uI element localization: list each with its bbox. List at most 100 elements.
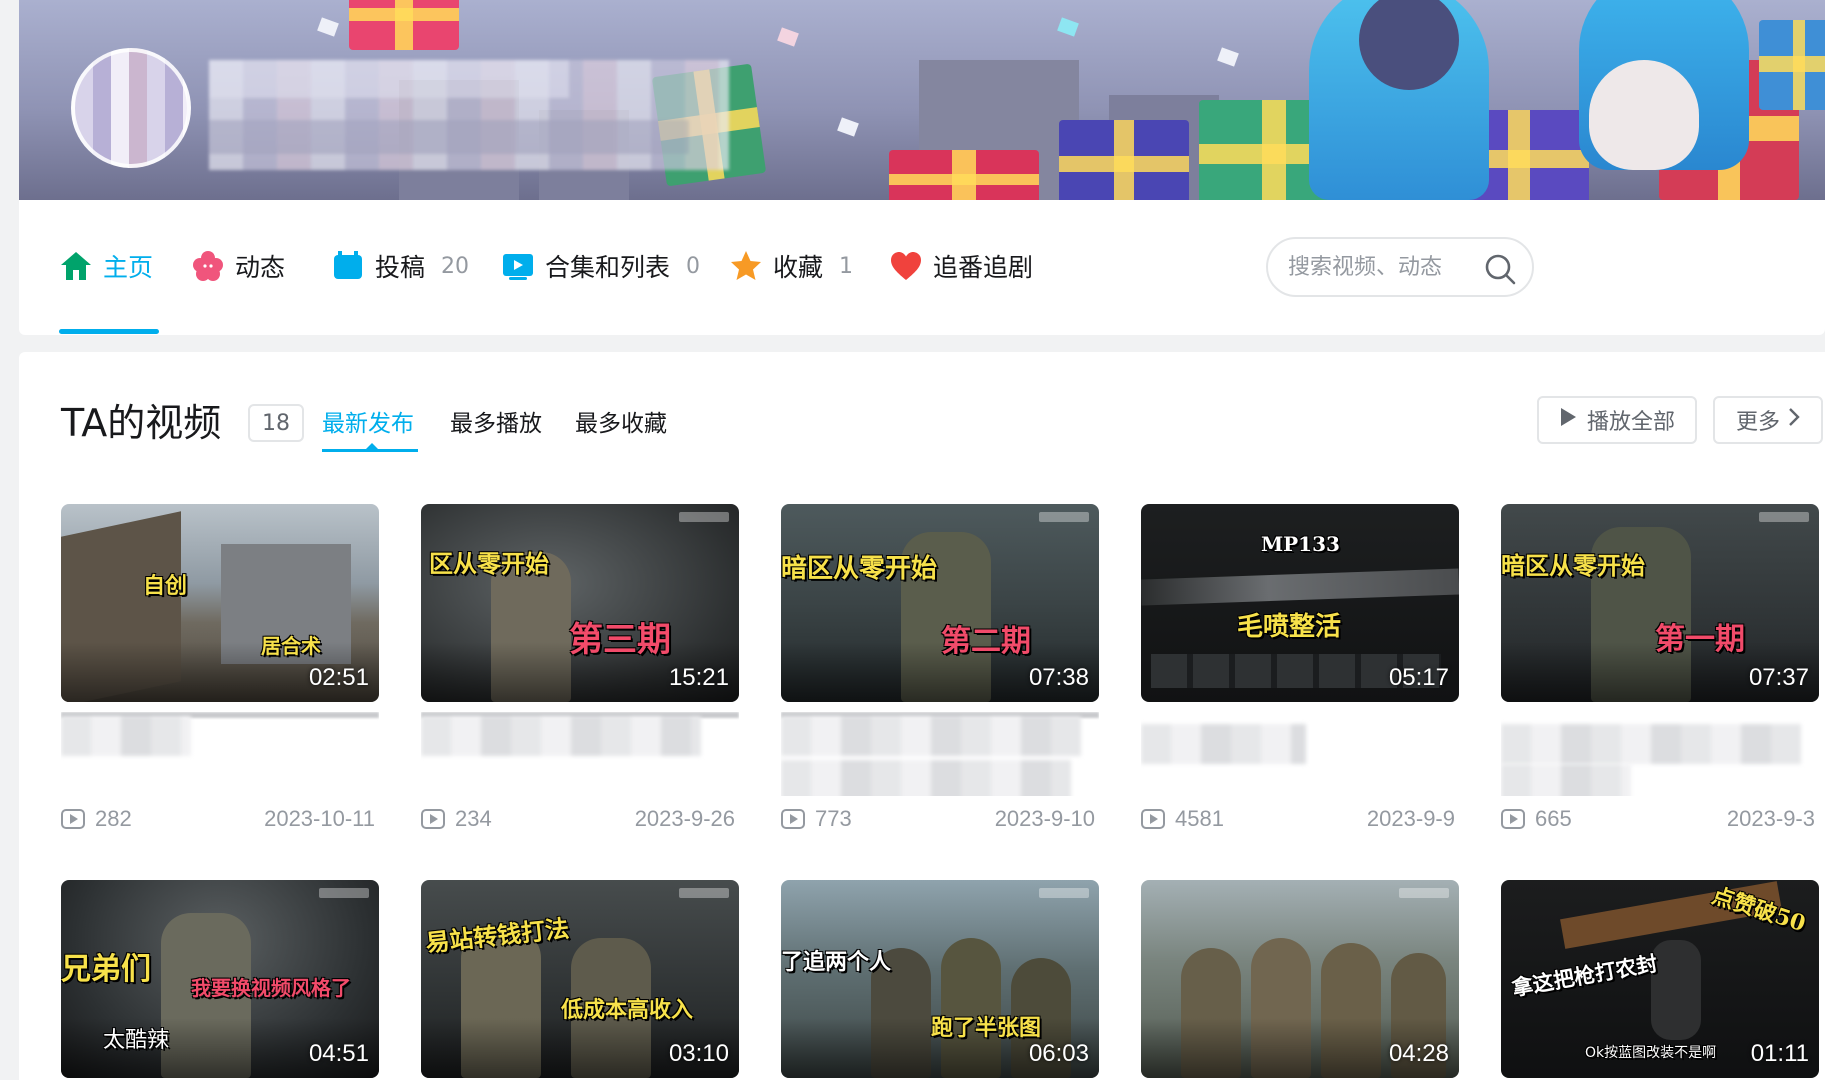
title-blur	[1501, 724, 1801, 764]
user-avatar[interactable]	[71, 48, 191, 168]
title-blur	[61, 716, 191, 756]
video-title-blurred[interactable]	[1501, 712, 1819, 796]
user-signature-blurred	[209, 120, 689, 154]
publish-date: 2023-9-9	[1366, 806, 1455, 831]
title-blur	[1501, 764, 1631, 796]
play-count-icon	[421, 809, 445, 829]
play-all-button[interactable]: 播放全部	[1537, 396, 1697, 444]
thumbnail-caption: 区从零开始	[429, 549, 549, 578]
publish-date: 2023-9-26	[634, 806, 735, 831]
thumbnail-hud	[1759, 512, 1809, 522]
gift-box-decoration	[349, 0, 459, 50]
video-thumbnail[interactable]: 暗区从零开始 第一期 07:37	[1501, 504, 1819, 702]
gift-box-decoration	[1759, 20, 1825, 110]
video-thumbnail[interactable]: MP133 毛喷整活 05:17	[1141, 504, 1459, 702]
sort-most-played[interactable]: 最多播放	[450, 404, 542, 438]
tab-count: 0	[686, 253, 701, 279]
video-thumbnail[interactable]: 区从零开始 第三期 15:21	[421, 504, 739, 702]
video-card[interactable]: 自创 居合术 02:51 282 2023-10-11	[61, 504, 379, 834]
video-card[interactable]: 暗区从零开始 第二期 07:38 773 2023-9-10	[781, 504, 1099, 834]
thumbnail-image	[1651, 940, 1701, 1040]
chevron-right-icon	[1788, 407, 1800, 433]
thumbnail-caption: 第二期	[941, 624, 1031, 659]
play-count: 234	[455, 806, 492, 831]
heart-icon	[889, 249, 923, 283]
more-label: 更多	[1735, 410, 1780, 435]
video-thumbnail[interactable]: 点赞破50 拿这把枪打农封 Ok按蓝图改装不是啊 01:11	[1501, 880, 1819, 1078]
thumbnail-hud	[679, 512, 729, 522]
gift-box-decoration	[889, 150, 1039, 200]
video-count-badge: 18	[248, 404, 304, 442]
thumbnail-caption: 自创	[143, 573, 188, 599]
video-title-blurred[interactable]	[1141, 712, 1459, 796]
tab-label: 动态	[235, 253, 286, 282]
video-meta: 773 2023-9-10	[781, 804, 1099, 834]
play-count: 282	[95, 806, 132, 831]
play-count-icon	[781, 809, 805, 829]
search-input[interactable]	[1288, 254, 1478, 280]
thumbnail-caption: 太酷辣	[103, 1028, 170, 1053]
video-card[interactable]: 区从零开始 第三期 15:21 234 2023-9-26	[421, 504, 739, 834]
video-duration: 04:51	[308, 1040, 369, 1067]
search-icon[interactable]	[1484, 253, 1516, 285]
tab-favorites[interactable]: 收藏 1	[729, 246, 853, 286]
play-count: 773	[815, 806, 852, 831]
more-button[interactable]: 更多	[1713, 396, 1823, 444]
profile-banner	[19, 0, 1825, 200]
play-count-icon	[61, 809, 85, 829]
profile-search[interactable]	[1266, 237, 1534, 297]
tab-home[interactable]: 主页	[59, 246, 153, 286]
video-thumbnail[interactable]: 04:28	[1141, 880, 1459, 1078]
thumbnail-caption: 第一期	[1655, 622, 1745, 657]
tab-uploads[interactable]: 投稿 20	[331, 246, 469, 286]
flower-icon	[191, 249, 225, 283]
tab-collections[interactable]: 合集和列表 0	[501, 246, 700, 286]
video-card[interactable]: 易站转钱打法 低成本高收入 03:10	[421, 880, 739, 1078]
video-card[interactable]: 兄弟们 我要换视频风格了 太酷辣 04:51	[61, 880, 379, 1078]
video-title-blurred[interactable]	[781, 712, 1099, 796]
video-duration: 03:10	[668, 1040, 729, 1067]
video-card[interactable]: 04:28	[1141, 880, 1459, 1078]
tab-label: 主页	[103, 253, 154, 282]
video-meta: 4581 2023-9-9	[1141, 804, 1459, 834]
title-blur	[781, 760, 1071, 796]
videos-panel: TA的视频 18 最新发布 最多播放 最多收藏 播放全部 更多 自创 居合术 0…	[19, 352, 1825, 1080]
video-duration: 15:21	[668, 664, 729, 691]
video-card[interactable]: 了追两个人 跑了半张图 06:03	[781, 880, 1099, 1078]
sort-newest[interactable]: 最新发布	[322, 404, 414, 438]
video-thumbnail[interactable]: 了追两个人 跑了半张图 06:03	[781, 880, 1099, 1078]
thumbnail-hud	[1039, 512, 1089, 522]
tab-dynamic[interactable]: 动态	[191, 246, 285, 286]
thumbnail-caption: 了追两个人	[781, 949, 892, 975]
video-card[interactable]: MP133 毛喷整活 05:17 4581 2023-9-9	[1141, 504, 1459, 834]
video-card[interactable]: 点赞破50 拿这把枪打农封 Ok按蓝图改装不是啊 01:11	[1501, 880, 1819, 1078]
thumbnail-hud	[679, 888, 729, 898]
video-thumbnail[interactable]: 暗区从零开始 第二期 07:38	[781, 504, 1099, 702]
video-thumbnail[interactable]: 易站转钱打法 低成本高收入 03:10	[421, 880, 739, 1078]
sort-most-favorited[interactable]: 最多收藏	[575, 404, 667, 438]
thumbnail-hud	[319, 888, 369, 898]
video-card[interactable]: 暗区从零开始 第一期 07:37 665 2023-9-3	[1501, 504, 1819, 834]
publish-date: 2023-9-3	[1726, 806, 1815, 831]
tab-label: 收藏	[773, 253, 824, 282]
tab-bangumi[interactable]: 追番追剧	[889, 246, 1033, 286]
user-name-blurred	[209, 60, 569, 98]
active-sort-indicator-arrow	[366, 443, 378, 449]
star-icon	[729, 249, 763, 283]
thumbnail-caption: 第三期	[569, 620, 671, 660]
thumbnail-caption: 暗区从零开始	[781, 554, 938, 584]
video-thumbnail[interactable]: 自创 居合术 02:51	[61, 504, 379, 702]
tab-label: 追番追剧	[933, 253, 1034, 282]
thumbnail-caption: 低成本高收入	[561, 997, 694, 1023]
video-duration: 04:28	[1388, 1040, 1449, 1067]
tab-label: 合集和列表	[545, 253, 671, 282]
home-icon	[59, 249, 93, 283]
thumbnail-caption: MP133	[1261, 532, 1340, 556]
active-tab-indicator	[59, 329, 159, 334]
collection-icon	[501, 249, 535, 283]
video-thumbnail[interactable]: 兄弟们 我要换视频风格了 太酷辣 04:51	[61, 880, 379, 1078]
video-duration: 07:37	[1748, 664, 1809, 691]
video-title-blurred[interactable]	[421, 712, 739, 796]
thumbnail-caption: 我要换视频风格了	[191, 976, 351, 1000]
video-title-blurred[interactable]	[61, 712, 379, 796]
